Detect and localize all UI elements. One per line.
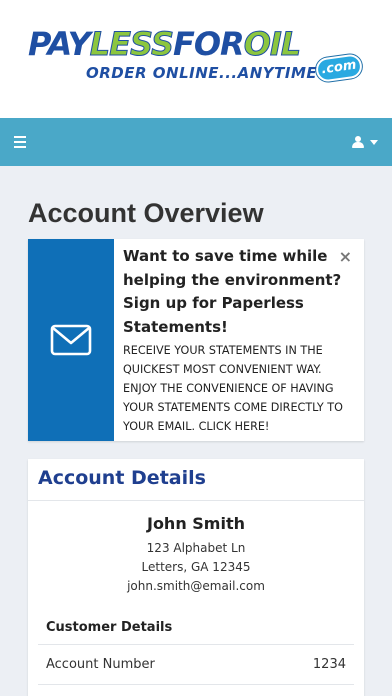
card-title: Account Details (38, 467, 206, 489)
header-logo-bar: PAYLESSFOROIL .com ORDER ONLINE...ANYTIM… (0, 0, 392, 118)
customer-address-line1: 123 Alphabet Ln (146, 541, 246, 555)
payless-for-oil-logo[interactable]: PAYLESSFOROIL .com ORDER ONLINE...ANYTIM… (28, 26, 368, 96)
customer-email: john.smith@email.com (127, 579, 265, 593)
envelope-icon (50, 324, 92, 356)
logo-com-badge: .com (314, 52, 364, 84)
logo-pay: PAY (28, 25, 91, 63)
hamburger-icon[interactable] (14, 136, 26, 148)
logo-wordmark: PAYLESSFOROIL (28, 25, 302, 63)
row-divider (38, 644, 354, 645)
promo-icon-panel (28, 239, 114, 441)
account-details-card: Account Details John Smith 123 Alphabet … (28, 459, 364, 696)
user-icon (352, 136, 364, 148)
customer-address-line2: Letters, GA 12345 (141, 560, 251, 574)
row-divider (38, 684, 354, 685)
promo-content: Want to save time while helping the envi… (123, 245, 349, 436)
promo-text[interactable]: RECEIVE YOUR STATEMENTS IN THE QUICKEST … (123, 341, 349, 436)
customer-info: John Smith 123 Alphabet Ln Letters, GA 1… (28, 513, 364, 596)
customer-details-label: Customer Details (46, 620, 173, 635)
page-title: Account Overview (28, 198, 264, 228)
caret-down-icon (370, 139, 378, 145)
paperless-promo-banner[interactable]: × Want to save time while helping the en… (28, 239, 364, 441)
top-navbar (0, 118, 392, 166)
user-menu-button[interactable] (352, 132, 378, 152)
logo-less: LESS (89, 25, 174, 63)
card-header: Account Details (28, 459, 364, 501)
logo-for: FOR (172, 25, 245, 63)
account-number-label: Account Number (46, 657, 155, 672)
logo-oil: OIL (243, 25, 301, 63)
logo-tagline: ORDER ONLINE...ANYTIME (86, 64, 318, 82)
customer-name: John Smith (146, 514, 245, 533)
promo-heading: Want to save time while helping the envi… (123, 247, 342, 336)
account-number-value: 1234 (312, 657, 346, 672)
